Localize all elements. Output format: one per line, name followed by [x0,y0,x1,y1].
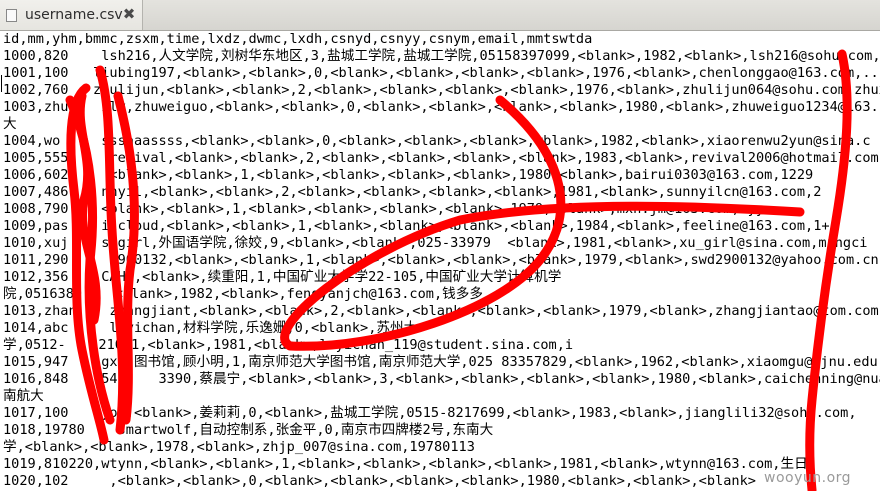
text-line: 1020,102 ,<blank>,<blank>,0,<blank>,<bla… [3,473,756,489]
text-line: 南航大 [3,388,44,404]
text-line: 1016,848 548 3390,蔡晨宁,<blank>,<blank>,3,… [3,371,880,387]
text-line: 1010,xuj shgirl,外国语学院,徐姣,9,<blank>,<blan… [3,235,868,251]
text-line: 院,0516389 <blank>,1982,<blank>,fengyanjc… [3,286,483,302]
text-line: 1000,820 lsh216,人文学院,刘树华东地区,3,盐城工学院,盐城工学… [3,48,880,64]
text-line: 1006,602 <blank>,<blank>,1,<blank>,<blan… [3,167,814,183]
watermark: wooyun.org [764,470,852,486]
text-line: 1005,555 revival,<blank>,<blank>,2,<blan… [3,150,879,166]
text-line: 1007,486 nnyil,<blank>,<blank>,2,<blank>… [3,184,822,200]
text-line: 大 [3,116,17,132]
text-editor[interactable]: id,mm,yhm,bmmc,zsxm,time,lxdz,dwmc,lxdh,… [0,31,880,491]
text-line: 1008,790 <blank>,<blank>,1,<blank>,<blan… [3,201,765,217]
text-line: 1009,pas ilcloud,<blank>,<blank>,1,<blan… [3,218,830,234]
text-line: 1019,810220,wtynn,<blank>,<blank>,1,<bla… [3,456,808,472]
text-line: 1018,19780 smartwolf,自动控制系,张金平,0,南京市四牌楼2… [3,422,494,438]
text-line: 1001,100 liubing197,<blank>,<blank>,0,<b… [3,65,880,81]
text-line: id,mm,yhm,bmmc,zsxm,time,lxdz,dwmc,lxdh,… [3,31,593,47]
tab-title: username.csv [25,7,123,23]
tab-bar: username.csv ✖ [0,0,880,31]
text-line: 学,0512- 21031,<blank>,1981,<blank>,leyic… [3,337,574,353]
text-line: 1011,290 2900132,<blank>,<blank>,1,<blan… [3,252,880,268]
text-file-icon [6,8,17,22]
text-line: 1013,zhan zhangjiant,<blank>,<blank>,2,<… [3,303,879,319]
text-line: 1003,zhu ily,zhuweiguo,<blank>,<blank>,0… [3,99,880,115]
text-line: 1014,abc leyichan,材料学院,乐逸姗,0,<blank>,苏州大 [3,320,418,336]
close-icon[interactable]: ✖ [120,5,138,23]
text-line: 1015,947 gxm,图书馆,顾小明,1,南京师范大学图书馆,南京师范大学,… [3,354,880,370]
text-line: 学,<blank>,<blank>,1978,<blank>,zhjp_007@… [3,439,475,455]
text-cursor [1,75,2,92]
text-line: 1004,wo sssaaassss,<blank>,<blank>,0,<bl… [3,133,871,149]
tab-username-csv[interactable]: username.csv ✖ [0,0,143,30]
text-line: 1012,356 CAHE,<blank>,续重阳,1,中国矿业大学学22-10… [3,269,562,285]
text-line: 1002,760 zhulijun,<blank>,<blank>,2,<bla… [3,82,880,98]
text-line: 1017,100 you,<blank>,姜莉莉,0,<blank>,盐城工学院… [3,405,857,421]
